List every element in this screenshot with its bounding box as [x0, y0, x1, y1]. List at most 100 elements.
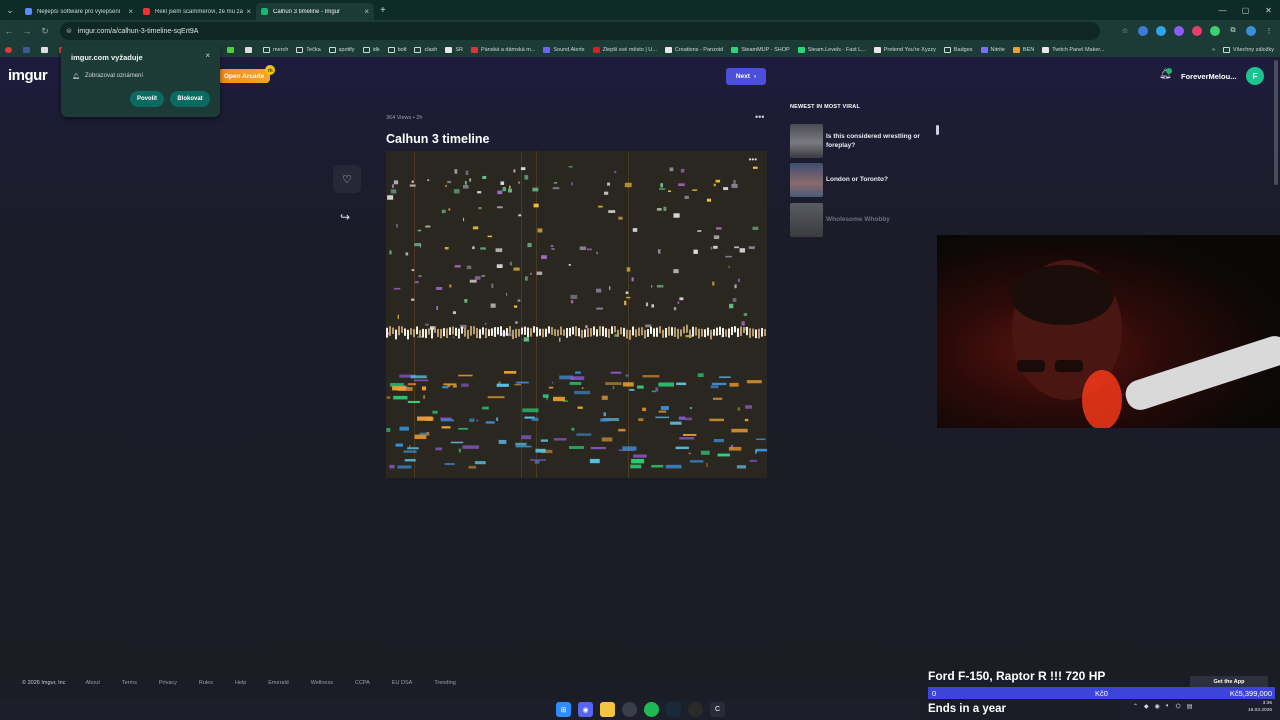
app-c-icon[interactable]: C — [710, 702, 725, 717]
profile-icon[interactable] — [1246, 26, 1256, 36]
site-info-icon[interactable]: ⊜ — [66, 27, 72, 35]
bookmark-icon-only[interactable] — [5, 46, 15, 53]
address-bar[interactable]: ⊜ imgur.com/a/calhun-3-timeline-sqErt9A — [60, 22, 1100, 40]
timeline-dense-band-mark — [689, 329, 691, 339]
bookmark-item[interactable]: idk — [362, 46, 380, 53]
close-tab-icon[interactable]: × — [246, 7, 251, 16]
forward-icon[interactable]: → — [18, 26, 36, 36]
page-scrollbar[interactable] — [1274, 60, 1278, 185]
reload-icon[interactable]: ↻ — [36, 26, 54, 37]
windows-start-icon[interactable]: ⊞ — [556, 702, 571, 717]
open-arcade-button[interactable]: Open Arcade — [218, 69, 271, 83]
browser-tab-3[interactable]: Calhun 3 timeline - Imgur × — [256, 3, 374, 20]
tray-app-icon[interactable]: ◆ — [1144, 703, 1149, 710]
sidebar-post-item[interactable]: Wholesome Whobby — [790, 203, 940, 237]
footer-link[interactable]: EU DSA — [392, 680, 412, 686]
bookmark-item[interactable]: merch — [263, 46, 288, 53]
post-image[interactable]: ••• — [386, 151, 767, 478]
bookmark-icon-only[interactable] — [41, 46, 51, 53]
footer-link[interactable]: Rules — [199, 680, 213, 686]
timeline-clip-mark — [622, 382, 634, 387]
bookmark-item[interactable]: BEN — [1012, 46, 1034, 53]
close-window-icon[interactable]: ✕ — [1257, 0, 1280, 20]
extensions-puzzle-icon[interactable]: ⧉ — [1228, 26, 1238, 36]
image-options-icon[interactable]: ••• — [749, 155, 757, 164]
extension-icon[interactable] — [1192, 26, 1202, 36]
bookmark-item[interactable]: clash — [414, 46, 437, 53]
chrome-icon[interactable] — [622, 702, 637, 717]
bookmark-item[interactable]: Nitrite — [980, 46, 1005, 53]
bookmark-icon-only[interactable] — [23, 46, 33, 53]
sidebar-post-item[interactable]: Is this considered wrestling or foreplay… — [790, 124, 940, 158]
footer-link[interactable]: Help — [235, 680, 246, 686]
spotify-icon[interactable] — [644, 702, 659, 717]
back-icon[interactable]: ← — [0, 26, 18, 36]
bookmark-item[interactable]: Sound Alerts — [543, 46, 585, 53]
allow-button[interactable]: Povolit — [130, 91, 164, 107]
tray-app-icon[interactable]: ▤ — [1187, 703, 1193, 710]
bookmark-item[interactable]: Badges — [943, 46, 973, 53]
bookmark-icon-only[interactable] — [227, 46, 237, 53]
bookmark-item[interactable]: bolt — [387, 46, 406, 53]
all-bookmarks-button[interactable]: Všechny záložky — [1223, 46, 1274, 53]
post-options-icon[interactable]: ••• — [755, 112, 764, 122]
tray-app-icon[interactable]: ⌬ — [1176, 703, 1181, 710]
minimize-icon[interactable]: — — [1211, 0, 1234, 20]
tab-search-icon[interactable]: ⌄ — [0, 0, 20, 20]
footer-link[interactable]: Wellness — [311, 680, 333, 686]
footer-link[interactable]: Emerald — [268, 680, 288, 686]
extension-icon[interactable] — [1138, 26, 1148, 36]
bookmarks-overflow-button[interactable]: » — [1212, 47, 1215, 53]
bookmark-item[interactable]: Zlepši své město | U... — [592, 46, 657, 53]
browser-tab-1[interactable]: Nejlepší software pro vylepšení × — [20, 3, 138, 20]
new-tab-button[interactable]: + — [380, 5, 386, 16]
timeline-image-graphic — [386, 151, 767, 478]
footer-link[interactable]: CCPA — [355, 680, 370, 686]
bookmark-item[interactable]: Pretend You're Xyzzy — [873, 46, 936, 53]
browser-menu-icon[interactable]: ⋮ — [1264, 26, 1274, 36]
footer-link[interactable]: Terms — [122, 680, 137, 686]
bookmark-item[interactable]: SteamMUP - SHOP — [731, 46, 790, 53]
file-explorer-icon[interactable] — [600, 702, 615, 717]
timeline-dense-band-mark — [416, 326, 418, 335]
bookmark-star-icon[interactable]: ☆ — [1120, 26, 1130, 36]
username[interactable]: ForeverMelou... — [1181, 72, 1236, 81]
timeline-clip-mark — [425, 323, 429, 326]
taskbar-clock[interactable]: 3:36 16.03.2026 — [1240, 700, 1272, 714]
bookmark-icon-only[interactable] — [245, 46, 255, 53]
extension-icon[interactable] — [1156, 26, 1166, 36]
footer-link[interactable]: Trending — [434, 680, 456, 686]
bookmark-label: Badges — [953, 46, 973, 53]
bookmark-item[interactable]: spotify — [328, 46, 355, 53]
discord-icon[interactable]: ◉ — [578, 702, 593, 717]
volume-icon[interactable]: 🔈︎ — [1166, 703, 1170, 710]
bookmark-item[interactable]: Twitch Panel Maker... — [1042, 46, 1105, 53]
close-tab-icon[interactable]: × — [128, 7, 133, 16]
share-arrow-icon[interactable]: ↪ — [340, 210, 350, 224]
steam-icon[interactable] — [666, 702, 681, 717]
extension-icon[interactable] — [1174, 26, 1184, 36]
maximize-icon[interactable]: ▢ — [1234, 0, 1257, 20]
tab-favicon-icon — [143, 8, 150, 15]
tray-chevron-icon[interactable]: ⌃ — [1133, 703, 1138, 710]
footer-link[interactable]: About — [86, 680, 100, 686]
bookmark-item[interactable]: Steam.Levels - Fast L... — [797, 46, 866, 53]
extension-icon[interactable] — [1210, 26, 1220, 36]
bookmark-item[interactable]: SR — [445, 46, 463, 53]
close-icon[interactable]: × — [205, 51, 210, 60]
bookmark-item[interactable]: Pánská a dámská m... — [470, 46, 535, 53]
bookmark-item[interactable]: Creations - Panzoid — [664, 46, 723, 53]
tray-app-icon[interactable]: ◉ — [1155, 703, 1160, 710]
avatar[interactable]: F — [1246, 67, 1264, 85]
like-button[interactable]: ♡ — [333, 165, 361, 193]
sidebar-post-item[interactable]: London or Toronto? — [790, 163, 940, 197]
imgur-logo[interactable]: imgur — [8, 67, 48, 84]
close-tab-icon[interactable]: × — [364, 7, 369, 16]
obs-icon[interactable] — [688, 702, 703, 717]
footer-link[interactable]: Privacy — [159, 680, 177, 686]
next-post-button[interactable]: Next › — [726, 68, 766, 85]
timeline-clip-mark — [601, 395, 608, 400]
browser-tab-2[interactable]: Řekl jsem scammerovi, že mu za × — [138, 3, 256, 20]
block-button[interactable]: Blokovat — [170, 91, 210, 107]
bookmark-item[interactable]: Tečka — [296, 46, 321, 53]
